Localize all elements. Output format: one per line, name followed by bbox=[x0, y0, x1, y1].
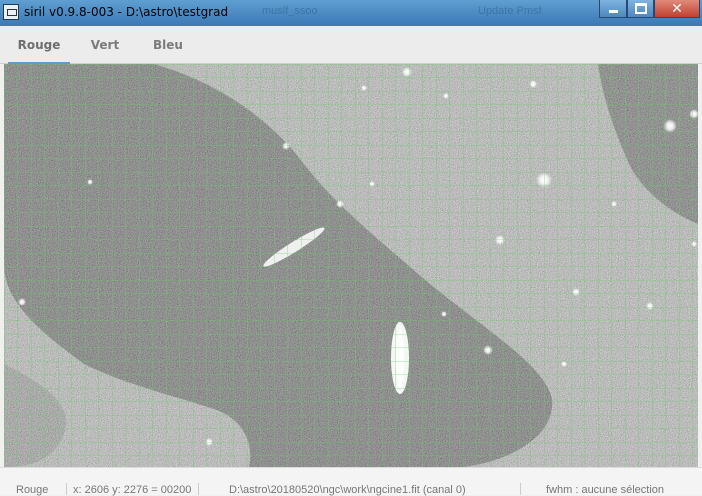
window-title: siril v0.9.8-003 - D:\astro\testgrad bbox=[24, 5, 229, 19]
minimize-button[interactable] bbox=[599, 0, 627, 18]
separator bbox=[198, 483, 199, 495]
status-coordinates: x: 2606 y: 2276 = 00200 bbox=[73, 484, 192, 496]
app-icon[interactable] bbox=[3, 4, 19, 20]
status-filename: D:\astro\20180520\ngc\work\ngcine1.fit (… bbox=[229, 484, 466, 496]
title-bar[interactable]: siril v0.9.8-003 - D:\astro\testgrad mus… bbox=[0, 0, 702, 26]
tab-bleu[interactable]: Bleu bbox=[144, 26, 192, 64]
close-button[interactable]: ✕ bbox=[654, 0, 700, 18]
channel-tabs: Rouge Vert Bleu bbox=[0, 26, 702, 65]
maximize-icon bbox=[634, 3, 647, 14]
status-fwhm: fwhm : aucune sélection bbox=[546, 484, 665, 496]
background-window-title: Update Pmsf bbox=[478, 5, 542, 17]
separator bbox=[66, 483, 67, 495]
minimize-icon bbox=[608, 10, 618, 13]
grid-overlay bbox=[4, 64, 698, 467]
background-window-title: muslf_ssoo bbox=[262, 5, 318, 17]
astro-image bbox=[4, 64, 698, 467]
tab-rouge[interactable]: Rouge bbox=[8, 26, 70, 65]
status-bar: Rouge x: 2606 y: 2276 = 00200 D:\astro\2… bbox=[0, 467, 702, 496]
image-viewer[interactable] bbox=[4, 64, 698, 467]
tab-vert[interactable]: Vert bbox=[79, 26, 131, 64]
separator bbox=[520, 483, 521, 495]
close-icon: ✕ bbox=[671, 0, 683, 17]
maximize-button[interactable] bbox=[627, 0, 654, 18]
status-channel: Rouge bbox=[16, 484, 49, 496]
